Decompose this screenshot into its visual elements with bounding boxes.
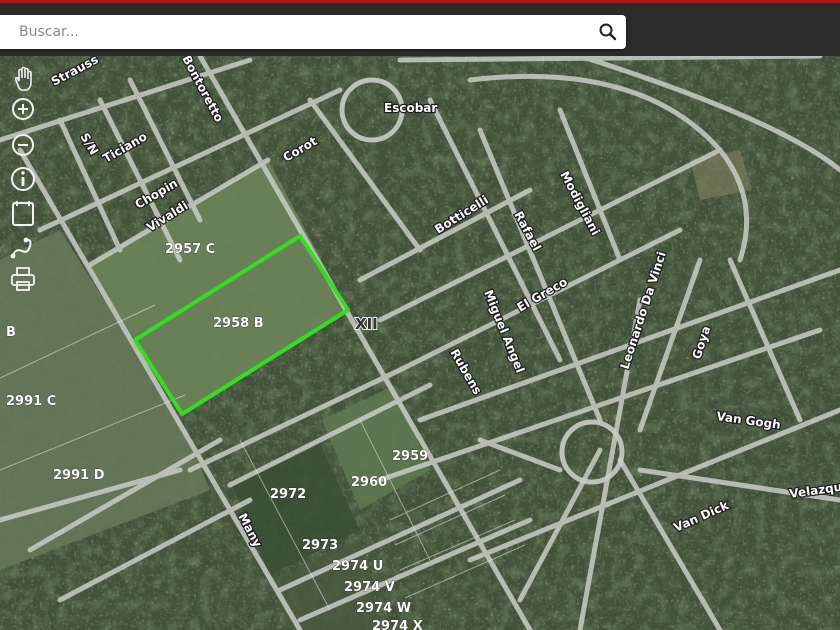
info-icon[interactable] — [8, 164, 38, 194]
print-icon[interactable] — [8, 264, 38, 294]
parcel-label: 2960 — [351, 475, 387, 490]
zoom-out-icon[interactable] — [8, 130, 38, 160]
search-icon[interactable] — [596, 20, 620, 44]
parcel-label: 2991 C — [6, 394, 56, 409]
pan-hand-icon[interactable] — [8, 64, 38, 94]
satellite-map[interactable]: 2957 C 2958 B B 2991 C 2991 D 2959 2972 … — [0, 56, 840, 630]
search-input[interactable] — [0, 15, 580, 49]
parcel-label: B — [6, 325, 16, 340]
parcel-label: 2972 — [270, 487, 306, 502]
parcel-label-selected: 2958 B — [213, 316, 264, 331]
bookmark-icon[interactable] — [8, 198, 38, 228]
parcel-label: 2974 X — [372, 619, 423, 630]
search-box — [0, 15, 626, 49]
street-label: Escobar — [384, 101, 437, 115]
measure-icon[interactable] — [8, 232, 38, 262]
parcel-label: 2973 — [302, 538, 338, 553]
parcel-label: 2959 — [392, 449, 428, 464]
zone-label: XII — [355, 315, 378, 333]
parcel-label: 2974 V — [344, 580, 395, 595]
parcel-label: 2974 W — [356, 601, 411, 616]
zoom-in-icon[interactable] — [8, 94, 38, 124]
top-bar — [0, 0, 840, 56]
parcel-label: 2991 D — [53, 468, 105, 483]
parcel-label: 2957 C — [165, 242, 215, 257]
parcel-label: 2974 U — [332, 559, 383, 574]
